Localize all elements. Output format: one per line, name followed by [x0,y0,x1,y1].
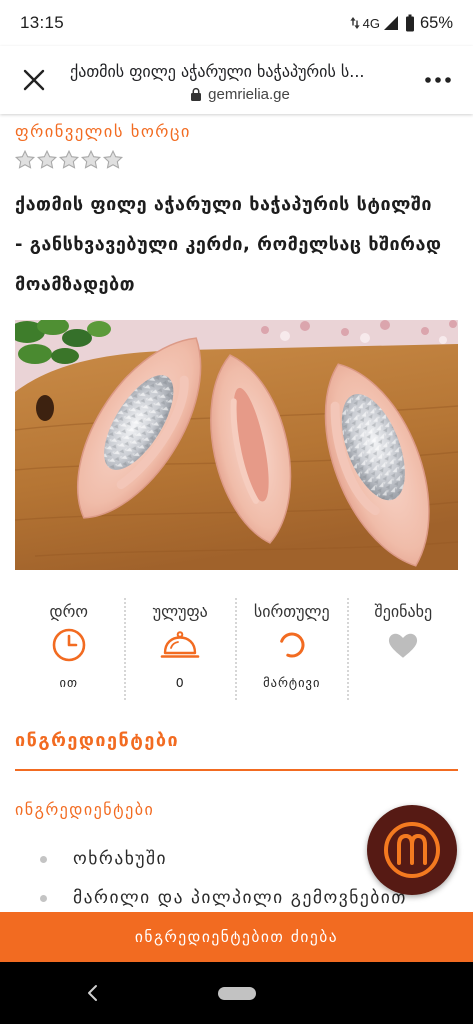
info-label: ულუფა [152,602,208,621]
chef-logo-icon [384,822,440,878]
home-pill-icon[interactable] [218,987,256,1000]
category-link[interactable]: ფრინველის ხორცი [15,121,191,143]
info-value: 0 [175,675,185,690]
heading-underline [15,769,458,771]
domain-text: gemrielia.ge [208,85,290,103]
info-difficulty: სირთულე მარტივი [235,598,347,700]
star-icon[interactable] [14,149,36,171]
back-icon[interactable] [84,984,102,1002]
battery-icon [405,14,414,32]
difficulty-icon [279,632,305,658]
info-value: მარტივი [263,675,321,690]
recipe-title: ქათმის ფილე აჭარული ხაჭაპურის სტილში - გ… [15,194,442,295]
url-display[interactable]: gemrielia.ge [70,84,410,104]
info-label: შეინახე [374,602,433,621]
status-bar: 13:15 4G 65% [0,0,473,46]
star-icon[interactable] [102,149,124,171]
data-arrows-icon [350,17,360,29]
info-label: დრო [49,602,88,621]
serving-dish-icon [160,631,200,658]
info-value: ით [59,675,78,690]
network-type: 4G [362,15,380,31]
more-options-icon [425,77,451,83]
close-icon [23,69,45,91]
close-button[interactable] [12,60,56,100]
heart-icon [389,633,418,658]
more-options-button[interactable] [420,68,456,92]
rating-stars [14,149,124,171]
ingredients-heading: ინგრედიენტები [15,730,180,751]
page-content: ფრინველის ხორცი ქათმის ფილე აჭარული ხაჭა… [0,114,473,912]
clock-icon [52,628,86,662]
status-indicators: 4G 65% [350,12,453,34]
lock-icon [191,87,202,101]
browser-toolbar: ქათმის ფილე აჭარული ხაჭაპურის ს... gemri… [0,46,473,114]
bullet [40,856,47,863]
ingredient-text: ოხრახუში [73,849,168,869]
system-nav-bar [0,962,473,1024]
bullet [40,895,47,902]
status-time: 13:15 [20,13,65,32]
ingredient-text: მარილი და პილპილი გემოვნებით [73,888,407,908]
star-icon[interactable] [58,149,80,171]
page-title-bar: ქათმის ფილე აჭარული ხაჭაპურის ს... [70,62,365,81]
recipe-info-row: დრო ით ულუფა 0 სირთულე მარტივი შეინახე [14,590,458,710]
chef-floating-button[interactable] [367,805,457,895]
signal-icon [383,16,398,30]
info-time: დრო ით [14,590,124,710]
recipe-image [15,320,458,570]
battery-percent: 65% [419,13,453,32]
ingredients-subheading: ინგრედიენტები [15,800,155,819]
info-servings: ულუფა 0 [123,598,236,700]
star-icon[interactable] [36,149,58,171]
star-icon[interactable] [80,149,102,171]
ingredient-search-button[interactable]: ინგრედიენტებით ძიება [0,912,473,962]
save-button[interactable]: შეინახე [346,598,459,700]
info-label: სირთულე [253,602,330,621]
